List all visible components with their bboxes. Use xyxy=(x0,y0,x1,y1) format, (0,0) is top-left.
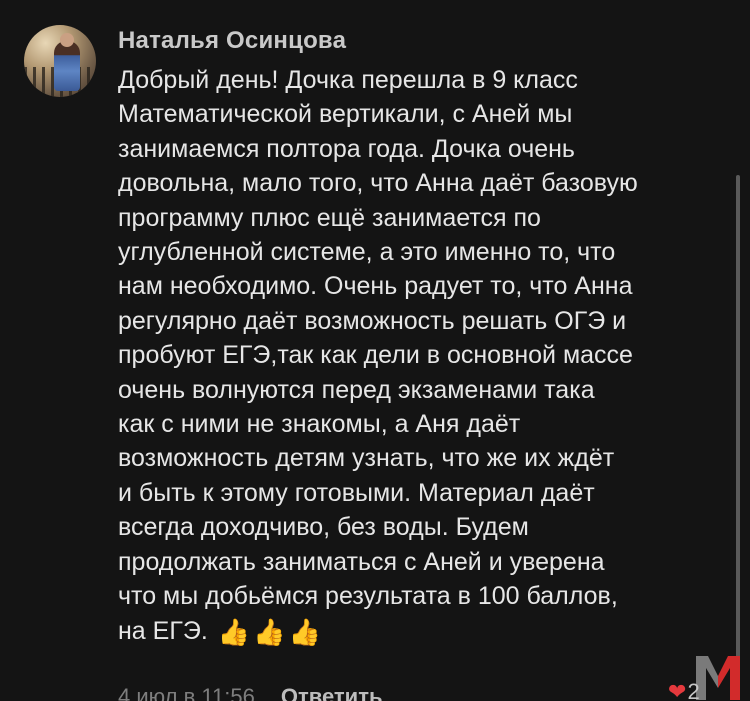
avatar-head xyxy=(60,33,74,47)
like-count: 2 xyxy=(687,679,700,701)
comment-footer: 4 июл в 11:56 Ответить xyxy=(118,684,383,701)
watermark-logo xyxy=(696,656,740,700)
comment-line: всегда доходчиво, без воды. Будем xyxy=(118,513,529,542)
comment-line: Математической вертикали, с Аней мы xyxy=(118,100,573,129)
comment-line: что мы добьёмся результата в 100 баллов, xyxy=(118,582,618,611)
comment-last-line: на ЕГЭ. 👍 👍 👍 xyxy=(118,614,738,648)
comment-text: Добрый день! Дочка перешла в 9 класс Мат… xyxy=(118,63,738,648)
comment-line: и быть к этому готовыми. Материал даёт xyxy=(118,478,595,507)
thumbs-up-icon: 👍 xyxy=(253,616,286,647)
author-name[interactable]: Наталья Осинцова xyxy=(118,27,346,55)
comment-line: пробуют ЕГЭ,так как дели в основной масс… xyxy=(118,341,633,370)
comment-date[interactable]: 4 июл в 11:56 xyxy=(118,684,255,701)
comment-line: на ЕГЭ. xyxy=(118,616,208,645)
comment-line: продолжать заниматься с Аней и уверена xyxy=(118,547,605,576)
comment-line: довольна, мало того, что Анна даёт базов… xyxy=(118,169,638,198)
like-button[interactable]: ❤2 xyxy=(668,679,700,701)
thumbs-up-icon: 👍 xyxy=(288,616,321,647)
thumbs-up-icon: 👍 xyxy=(217,616,251,647)
scrollbar[interactable] xyxy=(736,175,740,681)
comment-line: занимаемся полтора года. Дочка очень xyxy=(118,134,575,163)
comment-line: нам необходимо. Очень радует то, что Анн… xyxy=(118,272,633,301)
user-avatar[interactable] xyxy=(24,25,96,97)
comment-line: как с ними не знакомы, а Аня даёт xyxy=(118,410,521,439)
comment-line: программу плюс ещё занимается по xyxy=(118,203,541,232)
comment-line: возможность детям узнать, что же их ждёт xyxy=(118,444,615,473)
reply-button[interactable]: Ответить xyxy=(281,684,383,701)
comment-line: углубленной системе, а это именно то, чт… xyxy=(118,238,616,267)
comment-line: регулярно даёт возможность решать ОГЭ и xyxy=(118,306,627,335)
comment-card: Наталья Осинцова Добрый день! Дочка пере… xyxy=(0,0,750,701)
watermark-logo-red xyxy=(718,656,740,700)
comment-line: Добрый день! Дочка перешла в 9 класс xyxy=(118,66,578,94)
comment-line: очень волнуются перед экзаменами така xyxy=(118,375,595,404)
heart-icon: ❤ xyxy=(668,679,687,701)
avatar-figure xyxy=(54,41,80,91)
